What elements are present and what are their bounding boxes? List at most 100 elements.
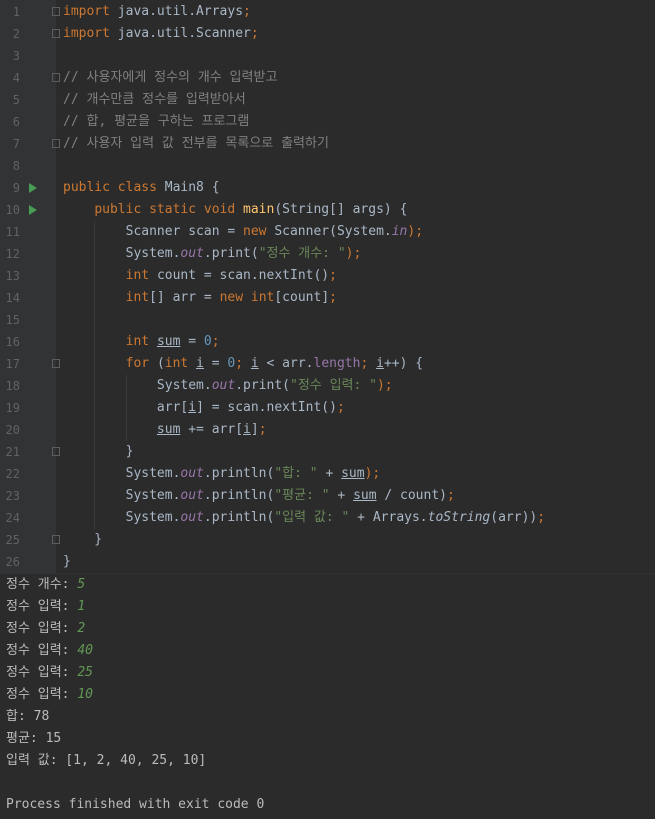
code-token: (String[] args) { [274, 202, 408, 217]
fold-marker-icon[interactable] [52, 73, 60, 82]
code-token: ; [329, 290, 337, 305]
code-token: 0 [203, 334, 212, 349]
line-number: 23 [5, 489, 20, 503]
code-token: new [219, 290, 251, 305]
console-output-text: 정수 입력: [6, 687, 78, 702]
code-token: ( [156, 356, 165, 371]
console-user-input: 40 [77, 643, 93, 658]
code-line[interactable]: Scanner scan = new Scanner(System.in); [63, 221, 423, 243]
code-token: ++) { [383, 356, 424, 371]
code-token: new [243, 224, 275, 239]
code-line[interactable]: int[] arr = new int[count]; [63, 287, 337, 309]
code-token: sum [341, 466, 365, 481]
code-token: java.util.Scanner [109, 26, 251, 41]
code-token: // 합, 평균을 구하는 프로그램 [63, 114, 250, 129]
code-token: int [125, 290, 150, 305]
line-number: 26 [5, 555, 20, 569]
console-line: 정수 입력: 10 [6, 684, 93, 706]
fold-marker-icon[interactable] [52, 7, 60, 16]
code-line[interactable]: // 사용자 입력 값 전부를 목록으로 출력하기 [63, 133, 329, 155]
code-token: i [196, 356, 204, 371]
line-number: 15 [5, 313, 20, 327]
code-line[interactable]: System.out.println("입력 값: " + Arrays.toS… [63, 507, 545, 529]
code-token: System. [63, 246, 181, 261]
code-token: ); [407, 224, 424, 239]
console-output-text: 입력 값: [1, 2, 40, 25, 10] [6, 753, 207, 768]
code-token: ; [360, 356, 377, 371]
console-line: 정수 개수: 5 [6, 574, 85, 596]
line-number: 8 [12, 159, 20, 173]
code-token: ; [250, 26, 259, 41]
fold-marker-icon[interactable] [52, 29, 60, 38]
code-token: System. [63, 488, 181, 503]
code-line[interactable]: public static void main(String[] args) { [63, 199, 407, 221]
fold-marker-icon[interactable] [52, 139, 60, 148]
code-token: sum [353, 488, 377, 503]
code-token: "평균: " [274, 488, 330, 503]
line-number: 10 [5, 203, 20, 217]
line-number: 6 [12, 115, 20, 129]
code-token: = [203, 356, 228, 371]
code-token: ] = scan.nextInt() [196, 400, 337, 415]
code-line[interactable]: } [63, 441, 134, 463]
run-gutter-icon[interactable] [29, 183, 37, 193]
code-line[interactable]: import java.util.Scanner; [63, 23, 259, 45]
console-line: 정수 입력: 2 [6, 618, 85, 640]
run-console[interactable]: 정수 개수: 5 정수 입력: 1 정수 입력: 2 정수 입력: 40 정수 입력: … [0, 573, 655, 819]
code-line[interactable]: System.out.print("정수 개수: "); [63, 243, 362, 265]
console-user-input: 25 [77, 665, 93, 680]
code-line[interactable]: System.out.println("평균: " + sum / count)… [63, 485, 455, 507]
console-output-text: 합: 78 [6, 709, 50, 724]
code-line[interactable]: } [63, 529, 102, 551]
fold-marker-icon[interactable] [52, 535, 60, 544]
code-token: i [188, 400, 197, 415]
code-token: ); [345, 246, 362, 261]
code-line[interactable]: // 사용자에게 정수의 개수 입력받고 [63, 67, 277, 89]
fold-marker-icon[interactable] [52, 447, 60, 456]
code-token: [] arr = [149, 290, 220, 305]
console-user-input: 1 [77, 599, 86, 614]
code-token: for [125, 356, 157, 371]
code-line[interactable]: for (int i = 0; i < arr.length; i++) { [63, 353, 423, 375]
code-token: ; [329, 268, 337, 283]
code-token: ); [376, 378, 393, 393]
code-token: .println( [203, 466, 275, 481]
run-gutter-icon[interactable] [29, 205, 37, 215]
line-number: 22 [5, 467, 20, 481]
code-token: Main8 { [164, 180, 220, 195]
code-token: / count) [376, 488, 447, 503]
code-line[interactable]: System.out.println("합: " + sum); [63, 463, 381, 485]
line-number: 11 [5, 225, 20, 239]
code-token: < arr. [258, 356, 314, 371]
code-token: toString [427, 510, 491, 525]
code-line[interactable]: } [63, 551, 71, 573]
code-line[interactable]: public class Main8 { [63, 177, 220, 199]
console-output-text: 정수 입력: [6, 643, 78, 658]
console-line: 정수 입력: 1 [6, 596, 85, 618]
code-editor[interactable]: 1 2 3 4 5 6 7 8 9 10 11 12 13 14 15 16 17 18 19 20 21 22 23 24 2… [0, 0, 655, 573]
code-line[interactable]: import java.util.Arrays; [63, 1, 251, 23]
code-line[interactable]: int count = scan.nextInt(); [63, 265, 337, 287]
code-token: System. [63, 510, 181, 525]
code-line[interactable]: int sum = 0; [63, 331, 220, 353]
console-output-text: 정수 입력: [6, 599, 78, 614]
line-number: 5 [12, 93, 20, 107]
line-number: 14 [5, 291, 20, 305]
code-token: + [329, 488, 354, 503]
code-token: main [243, 202, 275, 217]
console-line: 정수 입력: 25 [6, 662, 93, 684]
code-line[interactable]: // 개수만큼 정수를 입력받아서 [63, 89, 246, 111]
console-line: 평균: 15 [6, 728, 61, 750]
code-line[interactable]: arr[i] = scan.nextInt(); [63, 397, 345, 419]
code-line[interactable]: // 합, 평균을 구하는 프로그램 [63, 111, 249, 133]
code-token: length [313, 356, 361, 371]
console-output-text: 정수 입력: [6, 665, 78, 680]
code-token: i [243, 422, 251, 437]
console-output-text: 평균: 15 [6, 731, 62, 746]
code-line[interactable]: System.out.print("정수 입력: "); [63, 375, 393, 397]
fold-marker-icon[interactable] [52, 359, 60, 368]
console-output-text: 정수 입력: [6, 621, 78, 636]
code-token: "정수 입력: " [290, 378, 377, 393]
code-token: out [180, 510, 204, 525]
